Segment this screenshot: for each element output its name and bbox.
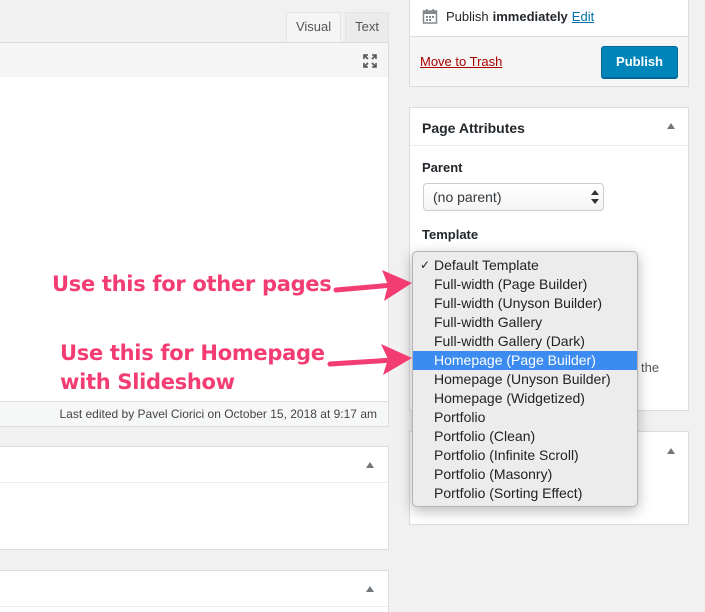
annotation-homepage-line1: Use this for Homepage: [60, 341, 325, 365]
template-option-fullwidth-gallery[interactable]: Full-width Gallery: [413, 313, 637, 332]
parent-select-value: (no parent): [433, 189, 502, 205]
template-label: Template: [422, 227, 479, 242]
edit-publish-link[interactable]: Edit: [572, 9, 594, 24]
template-option-portfolio-sorting-effect[interactable]: Portfolio (Sorting Effect): [413, 484, 637, 503]
tab-text[interactable]: Text: [345, 12, 389, 42]
parent-select[interactable]: (no parent): [423, 183, 604, 211]
template-option-fullwidth-gallery-dark[interactable]: Full-width Gallery (Dark): [413, 332, 637, 351]
publish-button[interactable]: Publish: [601, 46, 678, 78]
template-option-portfolio[interactable]: Portfolio: [413, 408, 637, 427]
editor-toolbar: [0, 42, 389, 78]
tab-visual[interactable]: Visual: [285, 12, 342, 42]
template-option-homepage-widgetized[interactable]: Homepage (Widgetized): [413, 389, 637, 408]
template-option-homepage-page-builder[interactable]: Homepage (Page Builder): [413, 351, 637, 370]
collapse-arrow-icon[interactable]: [667, 123, 675, 129]
select-updown-icon: [591, 190, 599, 204]
publish-when: immediately: [492, 8, 568, 24]
template-dropdown[interactable]: Default Template Full-width (Page Builde…: [412, 251, 638, 507]
editor-status-bar: Last edited by Pavel Ciorici on October …: [0, 401, 389, 427]
page-attributes-header[interactable]: Page Attributes: [410, 108, 688, 146]
collapse-arrow-icon[interactable]: [366, 462, 374, 468]
template-option-homepage-unyson-builder[interactable]: Homepage (Unyson Builder): [413, 370, 637, 389]
annotation-homepage-line2: with Slideshow: [60, 370, 235, 394]
collapse-arrow-icon[interactable]: [366, 586, 374, 592]
move-to-trash-link[interactable]: Move to Trash: [420, 54, 502, 69]
page-attributes-title: Page Attributes: [422, 120, 525, 136]
annotation-other-pages: Use this for other pages: [52, 272, 332, 296]
publish-box: Publish immediately Edit Move to Trash P…: [409, 0, 689, 87]
parent-label: Parent: [422, 160, 463, 175]
collapse-arrow-icon[interactable]: [667, 448, 675, 454]
metabox-1-header[interactable]: [0, 447, 388, 483]
publish-actions: Move to Trash Publish: [410, 36, 688, 86]
fullscreen-icon[interactable]: [362, 53, 378, 69]
template-option-default[interactable]: Default Template: [413, 256, 637, 275]
template-option-fullwidth-unyson-builder[interactable]: Full-width (Unyson Builder): [413, 294, 637, 313]
metabox-2-header[interactable]: [0, 571, 388, 607]
template-option-fullwidth-page-builder[interactable]: Full-width (Page Builder): [413, 275, 637, 294]
metabox-1: [0, 446, 389, 550]
metabox-2: [0, 570, 389, 612]
calendar-icon: [422, 9, 438, 24]
publish-schedule: Publish immediately Edit: [422, 8, 594, 24]
template-option-portfolio-masonry[interactable]: Portfolio (Masonry): [413, 465, 637, 484]
template-option-portfolio-infinite-scroll[interactable]: Portfolio (Infinite Scroll): [413, 446, 637, 465]
help-text-fragment: the: [641, 360, 660, 375]
editor-tabs: Visual Text: [282, 12, 389, 42]
template-option-portfolio-clean[interactable]: Portfolio (Clean): [413, 427, 637, 446]
publish-label: Publish: [446, 8, 489, 24]
